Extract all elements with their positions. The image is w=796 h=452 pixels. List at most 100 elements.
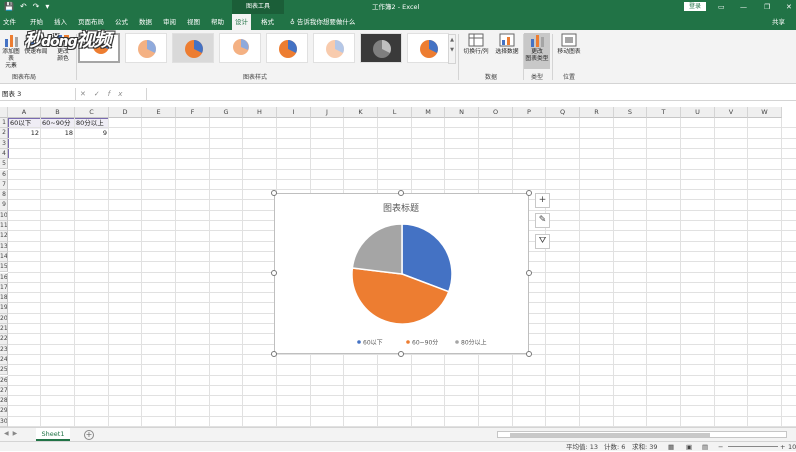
column-header-L[interactable]: L <box>378 107 412 118</box>
row-header-14[interactable]: 14 <box>0 251 8 263</box>
enter-icon[interactable]: ✓ <box>94 90 108 98</box>
select-all-corner[interactable] <box>0 107 8 118</box>
tab-review[interactable]: 审阅 <box>160 14 179 30</box>
row-header-21[interactable]: 21 <box>0 324 8 335</box>
column-header-A[interactable]: A <box>8 107 41 118</box>
tab-file[interactable]: 文件 <box>0 14 19 30</box>
close-button[interactable]: ✕ <box>786 0 792 14</box>
scroll-thumb[interactable] <box>510 433 710 437</box>
row-header-7[interactable]: 7 <box>0 179 8 191</box>
cancel-icon[interactable]: ✕ <box>80 90 94 98</box>
minimize-button[interactable]: — <box>740 0 747 14</box>
chart-style-4[interactable] <box>219 33 261 63</box>
pie-chart[interactable]: 图表标题 60以下 60~90分 80分以上 <box>274 193 529 354</box>
row-header-15[interactable]: 15 <box>0 262 8 273</box>
row-header-12[interactable]: 12 <box>0 231 8 242</box>
row-header-28[interactable]: 28 <box>0 396 8 407</box>
chart-style-6[interactable] <box>313 33 355 63</box>
change-chart-type-button[interactable]: 更改 图表类型 <box>524 33 550 69</box>
restore-button[interactable]: ❐ <box>764 0 770 14</box>
row-header-6[interactable]: 6 <box>0 169 8 180</box>
column-header-V[interactable]: V <box>715 107 748 118</box>
column-header-T[interactable]: T <box>647 107 681 118</box>
horizontal-scrollbar[interactable] <box>497 431 787 438</box>
chart-filters-button[interactable]: ⛛ <box>535 234 550 249</box>
column-header-Q[interactable]: Q <box>546 107 580 118</box>
tab-design[interactable]: 设计 <box>232 14 251 30</box>
column-header-D[interactable]: D <box>109 107 142 118</box>
legend-entry-1[interactable]: 60以下 <box>363 340 383 347</box>
row-header-11[interactable]: 11 <box>0 221 8 232</box>
sheet-tab-sheet1[interactable]: Sheet1 <box>36 428 70 441</box>
sheet-nav-arrows[interactable]: ◀▶ <box>4 430 21 437</box>
resize-handle[interactable] <box>526 351 532 357</box>
column-header-M[interactable]: M <box>412 107 445 118</box>
pie-slice-3[interactable] <box>351 223 403 275</box>
resize-handle[interactable] <box>271 351 277 357</box>
row-header-27[interactable]: 27 <box>0 385 8 397</box>
formula-input[interactable] <box>146 88 796 100</box>
cell-A2[interactable]: 12 <box>8 128 41 138</box>
move-chart-button[interactable]: 移动图表 <box>554 33 584 56</box>
row-header-9[interactable]: 9 <box>0 200 8 211</box>
column-header-R[interactable]: R <box>580 107 614 118</box>
column-header-E[interactable]: E <box>142 107 176 118</box>
quick-access-toolbar[interactable]: 💾↶↷▾ <box>4 2 55 11</box>
resize-handle[interactable] <box>526 190 532 196</box>
column-header-W[interactable]: W <box>748 107 782 118</box>
row-header-17[interactable]: 17 <box>0 282 8 294</box>
login-button[interactable]: 登录 <box>684 2 706 11</box>
row-header-13[interactable]: 13 <box>0 241 8 252</box>
column-header-I[interactable]: I <box>277 107 311 118</box>
chart-style-7[interactable] <box>360 33 402 63</box>
cell-B2[interactable]: 18 <box>41 128 75 138</box>
ribbon-display-icon[interactable]: ▭ <box>718 0 725 14</box>
share-button[interactable]: 共享 <box>772 14 785 30</box>
name-box[interactable]: 图表 3 <box>0 88 76 100</box>
switch-row-column-button[interactable]: 切换行/列 <box>460 33 492 56</box>
gallery-scroll[interactable]: ▲ ▼ <box>448 34 456 64</box>
resize-handle[interactable] <box>271 190 277 196</box>
row-header-29[interactable]: 29 <box>0 406 8 417</box>
row-header-25[interactable]: 25 <box>0 365 8 376</box>
resize-handle[interactable] <box>526 270 532 276</box>
resize-handle[interactable] <box>398 190 404 196</box>
chart-style-2[interactable] <box>125 33 167 63</box>
row-header-18[interactable]: 18 <box>0 293 8 304</box>
column-header-G[interactable]: G <box>210 107 243 118</box>
chart-style-3[interactable] <box>172 33 214 63</box>
row-header-4[interactable]: 4 <box>0 148 8 160</box>
row-header-26[interactable]: 26 <box>0 375 8 386</box>
row-header-5[interactable]: 5 <box>0 159 8 170</box>
row-header-8[interactable]: 8 <box>0 190 8 201</box>
row-header-20[interactable]: 20 <box>0 313 8 324</box>
chevron-down-icon[interactable]: ▼ <box>450 47 454 53</box>
resize-handle[interactable] <box>271 270 277 276</box>
tell-me-search[interactable]: ♁ 告诉我你想要做什么 <box>290 14 355 30</box>
column-header-J[interactable]: J <box>311 107 344 118</box>
cell-C2[interactable]: 9 <box>75 128 109 138</box>
row-header-2[interactable]: 2 <box>0 128 8 139</box>
row-header-30[interactable]: 30 <box>0 416 8 427</box>
column-header-K[interactable]: K <box>344 107 378 118</box>
row-header-22[interactable]: 22 <box>0 334 8 345</box>
add-sheet-button[interactable]: + <box>84 430 94 440</box>
row-header-24[interactable]: 24 <box>0 354 8 366</box>
chart-style-5[interactable] <box>266 33 308 63</box>
row-header-16[interactable]: 16 <box>0 272 8 283</box>
column-header-H[interactable]: H <box>243 107 277 118</box>
column-header-F[interactable]: F <box>176 107 210 118</box>
chart-styles-button[interactable]: ✎ <box>535 213 550 228</box>
column-header-S[interactable]: S <box>614 107 647 118</box>
add-chart-element-button[interactable]: 添加图表 元素 <box>0 33 22 70</box>
row-header-1[interactable]: 1 <box>0 118 8 129</box>
resize-handle[interactable] <box>398 351 404 357</box>
tab-data[interactable]: 数据 <box>136 14 155 30</box>
zoom-slider[interactable] <box>728 446 778 447</box>
chart-elements-button[interactable]: + <box>535 193 550 208</box>
column-header-B[interactable]: B <box>41 107 75 118</box>
column-header-N[interactable]: N <box>445 107 479 118</box>
legend-entry-3[interactable]: 80分以上 <box>461 339 487 347</box>
row-header-19[interactable]: 19 <box>0 303 8 314</box>
column-header-O[interactable]: O <box>479 107 513 118</box>
